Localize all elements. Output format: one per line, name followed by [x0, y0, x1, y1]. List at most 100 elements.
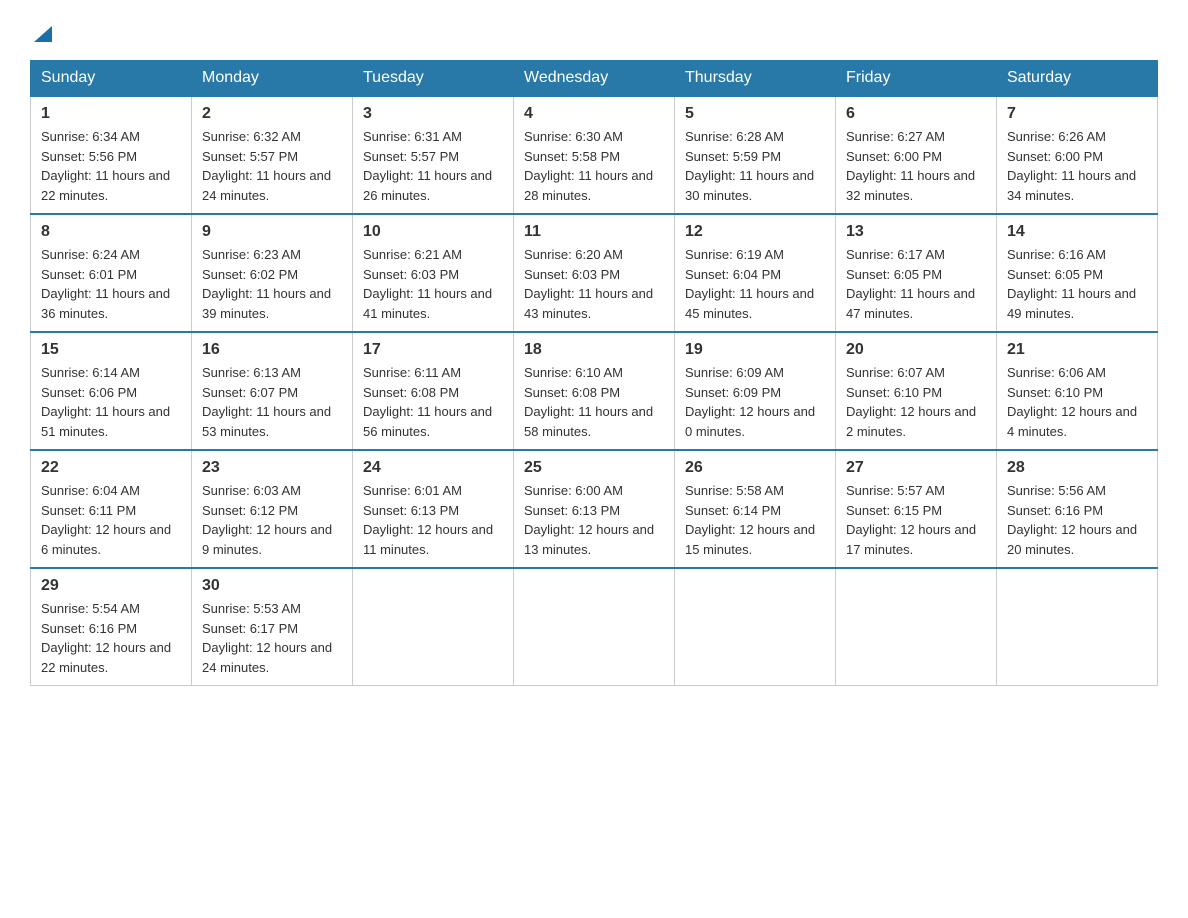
day-info: Sunrise: 6:09 AMSunset: 6:09 PMDaylight:…	[685, 363, 825, 441]
day-number: 7	[1007, 105, 1147, 123]
day-cell-16: 16 Sunrise: 6:13 AMSunset: 6:07 PMDayligh…	[192, 332, 353, 450]
day-info: Sunrise: 5:58 AMSunset: 6:14 PMDaylight:…	[685, 481, 825, 559]
day-info: Sunrise: 6:27 AMSunset: 6:00 PMDaylight:…	[846, 127, 986, 205]
empty-cell	[353, 568, 514, 686]
calendar-table: SundayMondayTuesdayWednesdayThursdayFrid…	[30, 60, 1158, 686]
empty-cell	[675, 568, 836, 686]
day-info: Sunrise: 6:24 AMSunset: 6:01 PMDaylight:…	[41, 245, 181, 323]
day-cell-21: 21 Sunrise: 6:06 AMSunset: 6:10 PMDayligh…	[997, 332, 1158, 450]
day-number: 6	[846, 105, 986, 123]
day-info: Sunrise: 6:23 AMSunset: 6:02 PMDaylight:…	[202, 245, 342, 323]
day-number: 17	[363, 341, 503, 359]
day-info: Sunrise: 5:57 AMSunset: 6:15 PMDaylight:…	[846, 481, 986, 559]
day-cell-10: 10Sunrise: 6:21 AMSunset: 6:03 PMDayligh…	[353, 214, 514, 332]
day-cell-15: 15 Sunrise: 6:14 AMSunset: 6:06 PMDayligh…	[31, 332, 192, 450]
day-number: 24	[363, 459, 503, 477]
day-number: 18	[524, 341, 664, 359]
day-cell-1: 1Sunrise: 6:34 AMSunset: 5:56 PMDaylight…	[31, 96, 192, 214]
day-cell-6: 6 Sunrise: 6:27 AMSunset: 6:00 PMDaylight…	[836, 96, 997, 214]
day-cell-26: 26 Sunrise: 5:58 AMSunset: 6:14 PMDayligh…	[675, 450, 836, 568]
day-cell-7: 7 Sunrise: 6:26 AMSunset: 6:00 PMDaylight…	[997, 96, 1158, 214]
weekday-header-tuesday: Tuesday	[353, 61, 514, 97]
day-cell-13: 13Sunrise: 6:17 AMSunset: 6:05 PMDayligh…	[836, 214, 997, 332]
day-cell-3: 3 Sunrise: 6:31 AMSunset: 5:57 PMDaylight…	[353, 96, 514, 214]
day-info: Sunrise: 6:00 AMSunset: 6:13 PMDaylight:…	[524, 481, 664, 559]
day-number: 27	[846, 459, 986, 477]
day-info: Sunrise: 6:07 AMSunset: 6:10 PMDaylight:…	[846, 363, 986, 441]
day-cell-25: 25 Sunrise: 6:00 AMSunset: 6:13 PMDayligh…	[514, 450, 675, 568]
day-info: Sunrise: 6:13 AMSunset: 6:07 PMDaylight:…	[202, 363, 342, 441]
day-number: 23	[202, 459, 342, 477]
day-info: Sunrise: 6:16 AMSunset: 6:05 PMDaylight:…	[1007, 245, 1147, 323]
day-number: 26	[685, 459, 825, 477]
day-cell-27: 27 Sunrise: 5:57 AMSunset: 6:15 PMDayligh…	[836, 450, 997, 568]
weekday-header-row: SundayMondayTuesdayWednesdayThursdayFrid…	[31, 61, 1158, 97]
weekday-header-friday: Friday	[836, 61, 997, 97]
day-number: 12	[685, 223, 825, 241]
day-number: 16	[202, 341, 342, 359]
day-number: 3	[363, 105, 503, 123]
day-cell-24: 24 Sunrise: 6:01 AMSunset: 6:13 PMDayligh…	[353, 450, 514, 568]
day-info: Sunrise: 6:21 AMSunset: 6:03 PMDaylight:…	[363, 245, 503, 323]
page-header	[30, 20, 1158, 44]
day-info: Sunrise: 5:56 AMSunset: 6:16 PMDaylight:…	[1007, 481, 1147, 559]
weekday-header-wednesday: Wednesday	[514, 61, 675, 97]
day-cell-28: 28 Sunrise: 5:56 AMSunset: 6:16 PMDayligh…	[997, 450, 1158, 568]
day-number: 25	[524, 459, 664, 477]
day-number: 9	[202, 223, 342, 241]
logo-triangle-icon	[32, 22, 54, 44]
day-cell-2: 2Sunrise: 6:32 AMSunset: 5:57 PMDaylight…	[192, 96, 353, 214]
day-cell-22: 22Sunrise: 6:04 AMSunset: 6:11 PMDayligh…	[31, 450, 192, 568]
day-info: Sunrise: 6:28 AMSunset: 5:59 PMDaylight:…	[685, 127, 825, 205]
empty-cell	[997, 568, 1158, 686]
week-row-1: 1Sunrise: 6:34 AMSunset: 5:56 PMDaylight…	[31, 96, 1158, 214]
day-info: Sunrise: 6:14 AMSunset: 6:06 PMDaylight:…	[41, 363, 181, 441]
day-cell-4: 4 Sunrise: 6:30 AMSunset: 5:58 PMDaylight…	[514, 96, 675, 214]
day-cell-12: 12 Sunrise: 6:19 AMSunset: 6:04 PMDayligh…	[675, 214, 836, 332]
day-number: 11	[524, 223, 664, 241]
day-info: Sunrise: 6:06 AMSunset: 6:10 PMDaylight:…	[1007, 363, 1147, 441]
day-info: Sunrise: 6:03 AMSunset: 6:12 PMDaylight:…	[202, 481, 342, 559]
day-info: Sunrise: 5:54 AMSunset: 6:16 PMDaylight:…	[41, 599, 181, 677]
day-number: 1	[41, 105, 181, 123]
day-info: Sunrise: 6:01 AMSunset: 6:13 PMDaylight:…	[363, 481, 503, 559]
logo	[30, 20, 54, 44]
day-number: 29	[41, 577, 181, 595]
weekday-header-thursday: Thursday	[675, 61, 836, 97]
day-cell-5: 5Sunrise: 6:28 AMSunset: 5:59 PMDaylight…	[675, 96, 836, 214]
day-number: 14	[1007, 223, 1147, 241]
day-info: Sunrise: 6:19 AMSunset: 6:04 PMDaylight:…	[685, 245, 825, 323]
day-number: 21	[1007, 341, 1147, 359]
week-row-2: 8 Sunrise: 6:24 AMSunset: 6:01 PMDaylight…	[31, 214, 1158, 332]
day-cell-11: 11 Sunrise: 6:20 AMSunset: 6:03 PMDayligh…	[514, 214, 675, 332]
day-cell-20: 20Sunrise: 6:07 AMSunset: 6:10 PMDayligh…	[836, 332, 997, 450]
empty-cell	[836, 568, 997, 686]
day-cell-30: 30 Sunrise: 5:53 AMSunset: 6:17 PMDayligh…	[192, 568, 353, 686]
empty-cell	[514, 568, 675, 686]
week-row-4: 22Sunrise: 6:04 AMSunset: 6:11 PMDayligh…	[31, 450, 1158, 568]
day-number: 30	[202, 577, 342, 595]
day-info: Sunrise: 6:31 AMSunset: 5:57 PMDaylight:…	[363, 127, 503, 205]
week-row-5: 29 Sunrise: 5:54 AMSunset: 6:16 PMDayligh…	[31, 568, 1158, 686]
day-cell-29: 29 Sunrise: 5:54 AMSunset: 6:16 PMDayligh…	[31, 568, 192, 686]
day-info: Sunrise: 5:53 AMSunset: 6:17 PMDaylight:…	[202, 599, 342, 677]
day-info: Sunrise: 6:26 AMSunset: 6:00 PMDaylight:…	[1007, 127, 1147, 205]
day-number: 15	[41, 341, 181, 359]
day-cell-19: 19 Sunrise: 6:09 AMSunset: 6:09 PMDayligh…	[675, 332, 836, 450]
day-number: 13	[846, 223, 986, 241]
day-number: 22	[41, 459, 181, 477]
day-cell-14: 14 Sunrise: 6:16 AMSunset: 6:05 PMDayligh…	[997, 214, 1158, 332]
day-cell-8: 8 Sunrise: 6:24 AMSunset: 6:01 PMDaylight…	[31, 214, 192, 332]
day-cell-18: 18Sunrise: 6:10 AMSunset: 6:08 PMDayligh…	[514, 332, 675, 450]
day-info: Sunrise: 6:30 AMSunset: 5:58 PMDaylight:…	[524, 127, 664, 205]
day-info: Sunrise: 6:11 AMSunset: 6:08 PMDaylight:…	[363, 363, 503, 441]
day-cell-9: 9 Sunrise: 6:23 AMSunset: 6:02 PMDaylight…	[192, 214, 353, 332]
day-number: 4	[524, 105, 664, 123]
day-number: 8	[41, 223, 181, 241]
weekday-header-sunday: Sunday	[31, 61, 192, 97]
weekday-header-saturday: Saturday	[997, 61, 1158, 97]
day-number: 28	[1007, 459, 1147, 477]
day-info: Sunrise: 6:20 AMSunset: 6:03 PMDaylight:…	[524, 245, 664, 323]
day-number: 19	[685, 341, 825, 359]
weekday-header-monday: Monday	[192, 61, 353, 97]
